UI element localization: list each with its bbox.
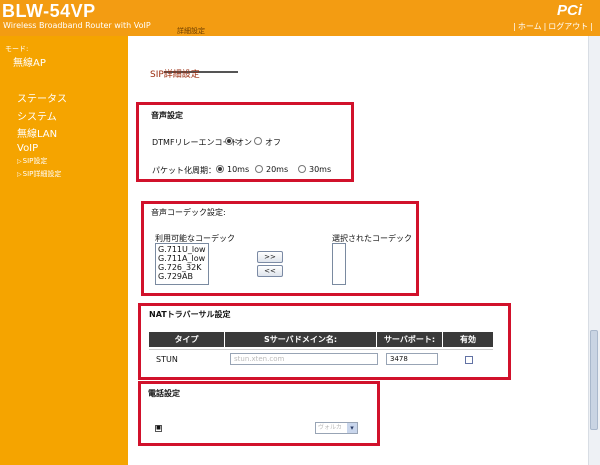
pci-logo: PCi bbox=[556, 2, 582, 19]
remove-codec-button[interactable]: << bbox=[257, 265, 283, 277]
voice-settings-title: 音声設定 bbox=[151, 111, 183, 120]
page-title: SIP詳細設定 bbox=[150, 70, 200, 80]
list-item[interactable]: G.726_32K bbox=[158, 263, 206, 272]
phone-select-value: ヴォルカ bbox=[318, 424, 342, 431]
phone-select[interactable]: ヴォルカ ▾ bbox=[315, 422, 358, 434]
nat-enabled-checkbox[interactable] bbox=[465, 356, 473, 364]
nat-type-cell: STUN bbox=[156, 355, 178, 364]
packet-30ms-radio[interactable] bbox=[298, 165, 306, 173]
subtab-strip: 詳細設定 bbox=[128, 26, 600, 36]
dtmf-on-label: オン bbox=[236, 138, 252, 147]
nat-header-type: タイプ bbox=[149, 332, 224, 347]
sidebar-item-system[interactable]: システム bbox=[17, 108, 57, 123]
scrollbar-thumb[interactable] bbox=[590, 330, 598, 430]
sidebar-item-voip[interactable]: VoIP bbox=[17, 143, 38, 154]
nat-header-port: サーバポート: bbox=[377, 332, 442, 347]
packet-30ms-label: 30ms bbox=[309, 165, 332, 174]
dtmf-on-radio[interactable] bbox=[225, 137, 233, 145]
nat-header-enabled: 有効 bbox=[443, 332, 493, 347]
brand-title: BLW-54VP bbox=[2, 1, 96, 21]
add-codec-button[interactable]: >> bbox=[257, 251, 283, 263]
list-item[interactable]: G.729AB bbox=[158, 272, 206, 281]
stun-domain-field[interactable]: stun.xten.com bbox=[230, 353, 378, 365]
packet-period-label: パケット化周期： bbox=[152, 166, 216, 175]
sidebar-subitem-sip-settings[interactable]: SIP設定 bbox=[17, 156, 48, 166]
codec-settings-title: 音声コーデック設定: bbox=[151, 208, 226, 217]
mode-value: 無線AP bbox=[13, 58, 46, 69]
main-content: SIP詳細設定 音声設定 DTMFリレーエンコード オン オフ パケット化周期：… bbox=[128, 36, 588, 465]
list-item[interactable]: G.711A_low bbox=[158, 254, 206, 263]
chevron-down-icon[interactable]: ▾ bbox=[347, 423, 357, 433]
packet-10ms-radio[interactable] bbox=[216, 165, 224, 173]
phone-settings-title: 電話設定 bbox=[148, 389, 180, 398]
tab-advanced[interactable]: 詳細設定 bbox=[177, 26, 205, 36]
sidebar: モード: 無線AP ステータス システム 無線LAN VoIP SIP設定 SI… bbox=[0, 36, 128, 465]
stun-port-field[interactable]: 3478 bbox=[386, 353, 438, 365]
nat-header-domain: Sサーバドメイン名: bbox=[225, 332, 376, 347]
packet-10ms-label: 10ms bbox=[227, 165, 250, 174]
sidebar-subitem-sip-advanced[interactable]: SIP詳細設定 bbox=[17, 169, 62, 179]
selected-codecs-list[interactable] bbox=[332, 243, 346, 285]
available-codecs-list[interactable]: G.711U_low G.711A_low G.726_32K G.729AB bbox=[155, 243, 209, 285]
sidebar-item-wireless-lan[interactable]: 無線LAN bbox=[17, 125, 57, 140]
list-item[interactable]: G.711U_low bbox=[158, 245, 206, 254]
header-bar: BLW-54VP Wireless Broadband Router with … bbox=[0, 0, 600, 36]
packet-20ms-radio[interactable] bbox=[255, 165, 263, 173]
dtmf-off-radio[interactable] bbox=[254, 137, 262, 145]
dtmf-off-label: オフ bbox=[265, 138, 281, 147]
nat-title: NATトラバーサル設定 bbox=[149, 310, 231, 319]
phone-icon: ■ bbox=[155, 425, 162, 432]
sidebar-item-status[interactable]: ステータス bbox=[17, 90, 67, 105]
packet-20ms-label: 20ms bbox=[266, 165, 289, 174]
mode-label: モード: bbox=[5, 45, 29, 53]
